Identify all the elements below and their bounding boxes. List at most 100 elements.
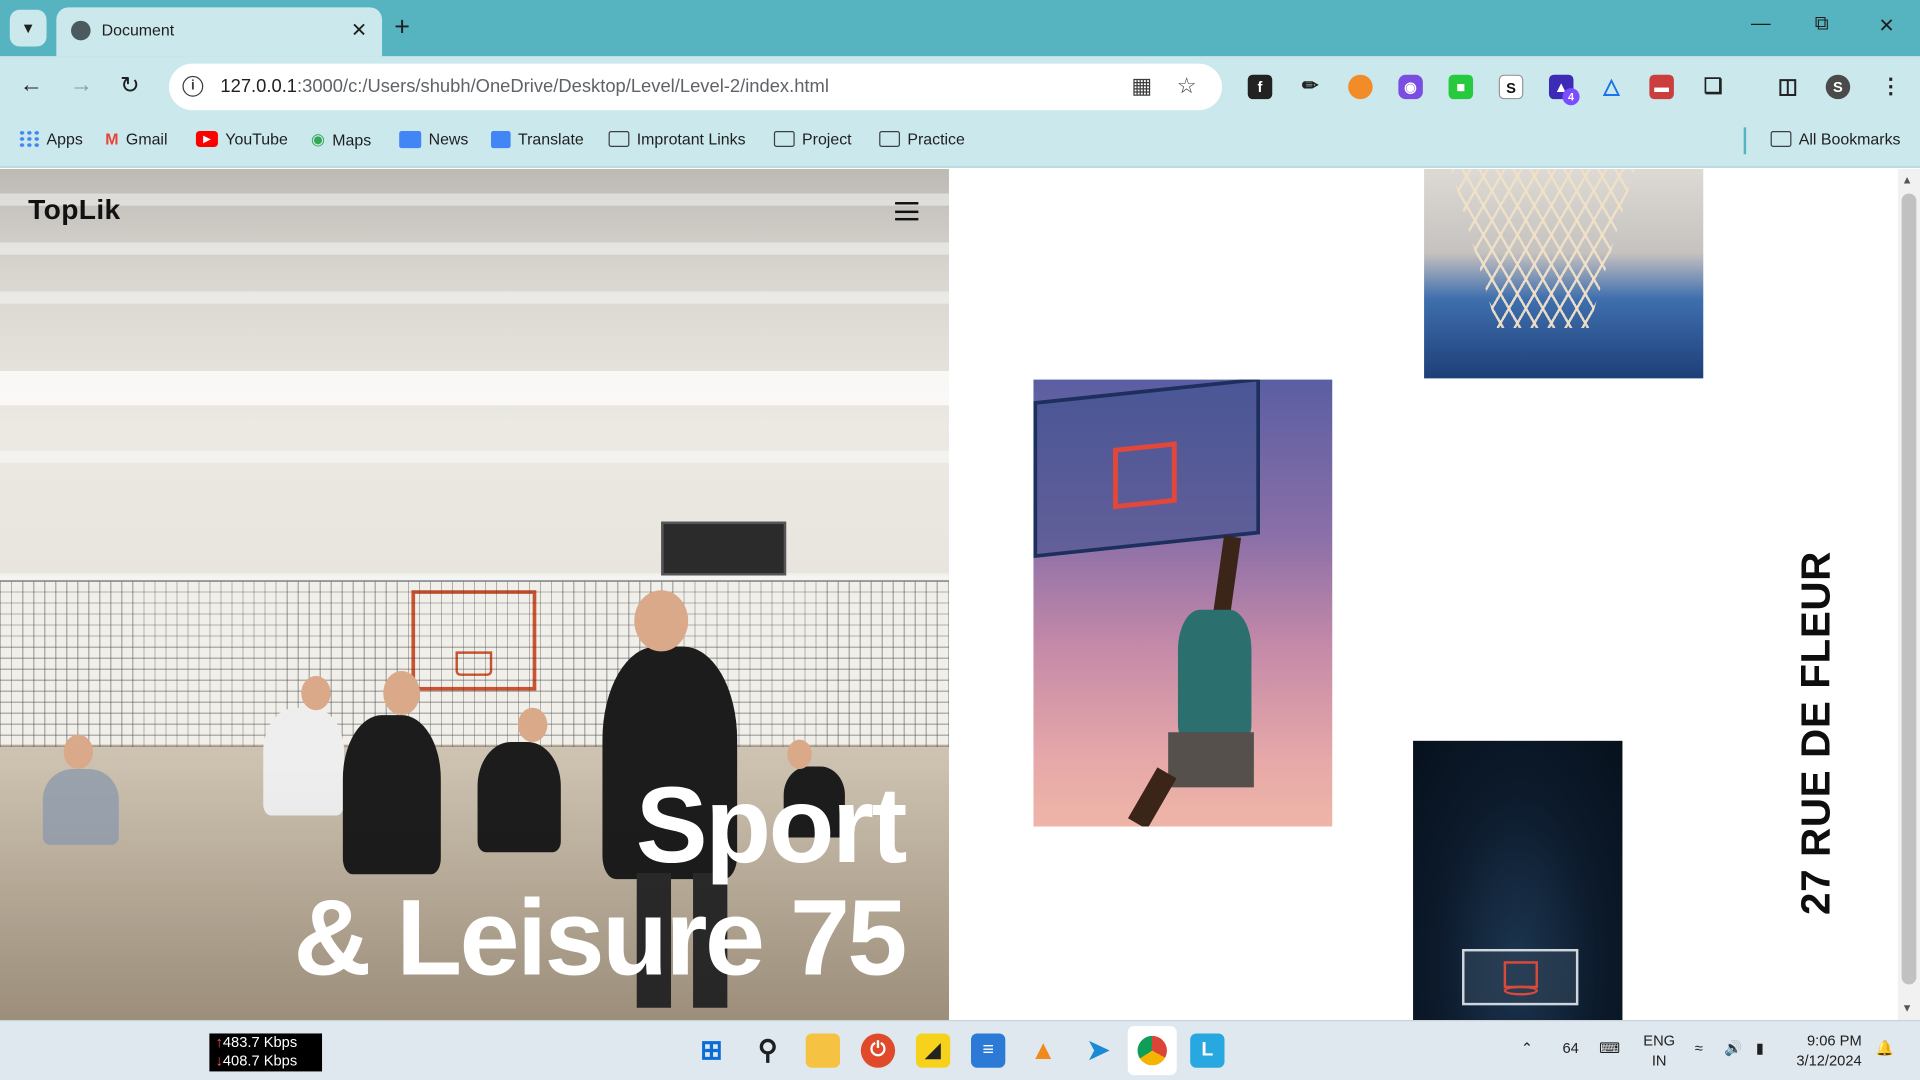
keyboard-icon[interactable]: ⌨	[1599, 1038, 1620, 1058]
site-info-icon[interactable]: i	[182, 75, 204, 97]
bookmark-label: News	[428, 129, 469, 149]
all-bookmarks[interactable]: All Bookmarks	[1770, 129, 1901, 149]
lang-bottom: IN	[1651, 1051, 1667, 1069]
vlc-icon[interactable]: ▲	[1026, 1033, 1060, 1067]
taskbar: ↑483.7 Kbps ↓408.7 Kbps ⊞ ⚲ ⏻ ◢ ≡ ▲ ➤ L …	[0, 1020, 1920, 1080]
bookmark-gmail[interactable]: M Gmail	[105, 130, 167, 148]
hoop-rim	[1503, 985, 1538, 996]
bookmark-news[interactable]: News	[399, 130, 468, 148]
forward-icon[interactable]: →	[70, 72, 93, 99]
player-shorts	[1168, 732, 1254, 788]
windows-start-icon[interactable]: ⊞	[694, 1033, 728, 1067]
scroll-thumb[interactable]	[1901, 193, 1917, 985]
bookmark-maps[interactable]: ◉ Maps	[311, 130, 371, 150]
bookmark-star-icon[interactable]: ☆	[1177, 73, 1197, 99]
bookmarks-divider	[1743, 127, 1747, 155]
scroll-up-icon[interactable]: ▲	[1902, 174, 1913, 186]
menu-kebab-icon[interactable]: ⋮	[1878, 75, 1902, 99]
drive-icon[interactable]: △	[1599, 75, 1623, 99]
tray-overflow-icon[interactable]: ⌃	[1521, 1038, 1533, 1058]
player-body	[1177, 609, 1252, 745]
close-tab-icon[interactable]: ✕	[351, 18, 367, 42]
bookmark-translate[interactable]: Translate	[491, 130, 584, 148]
back-icon[interactable]: ←	[20, 72, 43, 99]
address-bar[interactable]: i 127.0.0.1:3000/c:/Users/shubh/OneDrive…	[168, 63, 1223, 111]
headline-line-2: & Leisure 75	[293, 876, 907, 998]
photo-basketball-net	[1424, 168, 1704, 379]
bookmark-label: Translate	[517, 129, 584, 149]
bookmark-label: Gmail	[125, 129, 168, 149]
s-extension-icon[interactable]: S	[1498, 74, 1524, 100]
extension-badge: 4	[1562, 88, 1580, 106]
net-down-text: 408.7 Kbps	[222, 1051, 298, 1069]
browser-toolbar: ← → ↻ i 127.0.0.1:3000/c:/Users/shubh/On…	[0, 56, 1920, 118]
clock[interactable]: 9:06 PM 3/12/2024	[1796, 1031, 1861, 1070]
hero-headline: Sport & Leisure 75	[293, 764, 908, 998]
headline-line-1: Sport	[635, 764, 908, 886]
chrome-icon	[1137, 1035, 1167, 1066]
wifi-icon[interactable]: ≈	[1695, 1038, 1703, 1058]
notification-bell-icon[interactable]: 🔔	[1876, 1038, 1894, 1058]
news-icon	[399, 130, 422, 148]
page-scrollbar[interactable]: ▲ ▼	[1897, 168, 1920, 1021]
side-panel-icon[interactable]: ◫	[1776, 75, 1800, 99]
photo-dunk	[1033, 379, 1333, 827]
lang-top: ENG	[1643, 1032, 1676, 1050]
tab-search-button[interactable]: ▼	[9, 9, 47, 47]
download-arrow-icon: ↓	[215, 1051, 223, 1069]
bookmark-project[interactable]: Project	[773, 130, 852, 148]
window-close-icon[interactable]: ✕	[1878, 13, 1894, 37]
profile-avatar[interactable]: S	[1825, 74, 1851, 100]
folder-icon	[1770, 131, 1792, 147]
l-app-icon[interactable]: L	[1190, 1033, 1225, 1068]
globe-icon	[71, 20, 91, 41]
sticky-notes-icon[interactable]: ◢	[915, 1033, 951, 1068]
file-explorer-icon[interactable]	[805, 1033, 841, 1068]
minimize-icon[interactable]: —	[1751, 13, 1771, 35]
camera-extension-icon[interactable]: ◉	[1398, 74, 1423, 100]
eyedropper-icon[interactable]: ✏	[1298, 75, 1322, 99]
volume-icon[interactable]: 🔊	[1724, 1038, 1742, 1058]
font-extension-icon[interactable]: f	[1247, 74, 1273, 100]
power-app-icon[interactable]: ⏻	[860, 1033, 896, 1068]
scroll-down-icon[interactable]: ▼	[1902, 1002, 1913, 1014]
url-text[interactable]: 127.0.0.1:3000/c:/Users/shubh/OneDrive/D…	[220, 76, 829, 97]
vscode-icon[interactable]: ➤	[1081, 1033, 1115, 1067]
extension-circle-icon[interactable]	[1348, 74, 1373, 100]
tab-strip: ▼ Document ✕ + — ⧉ ✕	[0, 0, 1920, 57]
all-bookmarks-label: All Bookmarks	[1798, 129, 1901, 149]
translate-page-icon[interactable]: ▦	[1131, 73, 1152, 99]
player-leg	[1128, 767, 1177, 827]
restore-icon[interactable]: ⧉	[1815, 13, 1829, 35]
backboard-square	[1113, 441, 1177, 510]
web-page: TopLik Sport & Leisure 75 27 RUE DE FLEU…	[0, 168, 1898, 1021]
gmail-icon: M	[105, 129, 119, 149]
site-logo[interactable]: TopLik	[28, 193, 120, 226]
hero-image-gym: TopLik Sport & Leisure 75	[0, 168, 949, 1021]
reload-icon[interactable]: ↻	[120, 72, 139, 100]
battery-icon[interactable]: ▮	[1756, 1038, 1764, 1058]
bookmark-youtube[interactable]: ▶ YouTube	[195, 129, 288, 149]
folder-icon	[773, 131, 795, 147]
search-icon[interactable]: ⚲	[751, 1033, 785, 1067]
bookmark-improtant-links[interactable]: Improtant Links	[608, 130, 746, 148]
bookmark-label: YouTube	[225, 129, 288, 149]
bookmark-practice[interactable]: Practice	[879, 130, 965, 148]
network-speed-widget: ↑483.7 Kbps ↓408.7 Kbps	[209, 1033, 323, 1072]
tab-document[interactable]: Document ✕	[56, 7, 383, 57]
red-extension-icon[interactable]: ▬	[1649, 74, 1674, 100]
language-indicator[interactable]: ENG IN	[1643, 1031, 1675, 1070]
green-extension-icon[interactable]: ■	[1448, 74, 1474, 100]
bookmark-apps[interactable]: Apps	[18, 129, 83, 149]
backboard	[1462, 948, 1579, 1006]
tray-number: 64	[1562, 1039, 1579, 1057]
clock-time: 9:06 PM	[1806, 1032, 1862, 1050]
folder-icon	[608, 131, 630, 147]
notepad-icon[interactable]: ≡	[971, 1033, 1006, 1068]
chrome-taskbar-icon[interactable]	[1127, 1026, 1177, 1076]
maps-pin-icon: ◉	[311, 129, 325, 149]
hamburger-menu-icon[interactable]	[895, 202, 919, 221]
new-tab-button[interactable]: +	[394, 11, 410, 43]
hamburger-line	[895, 217, 919, 221]
extensions-puzzle-icon[interactable]: ❏	[1701, 75, 1725, 99]
